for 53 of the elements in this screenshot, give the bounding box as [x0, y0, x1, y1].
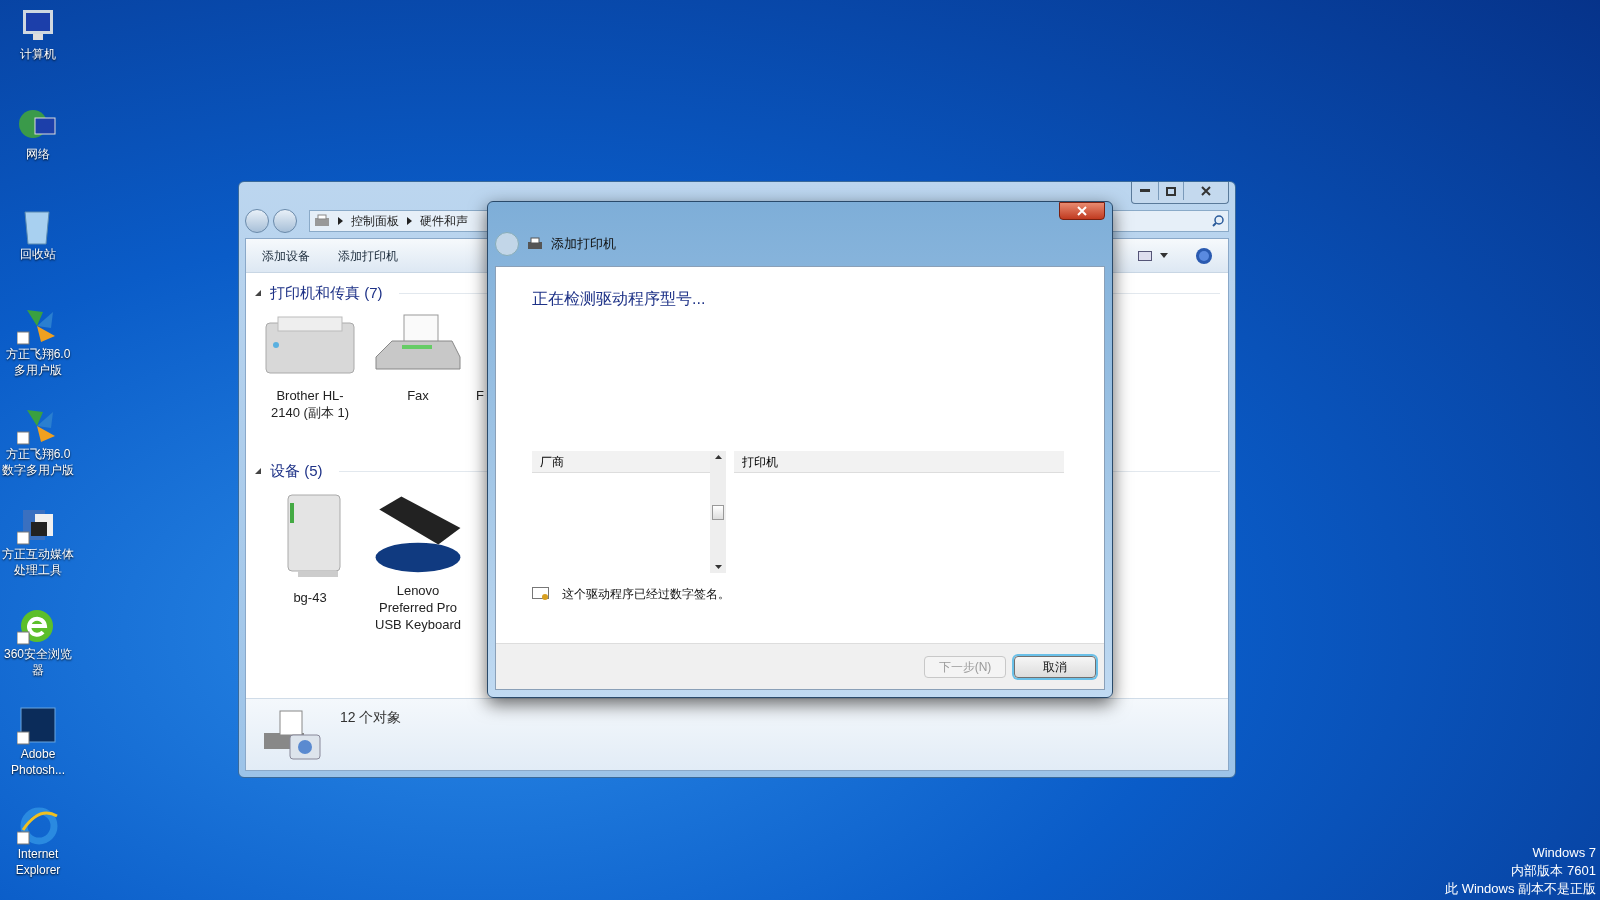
chevron-right-icon	[338, 217, 343, 225]
os-notice-text: 此 Windows 副本不是正版	[1445, 880, 1596, 898]
device-label[interactable]: Fax	[372, 387, 464, 404]
maximize-button[interactable]	[1158, 182, 1184, 200]
group-heading[interactable]: 设备 (5)	[270, 459, 323, 483]
desktop-icon-label[interactable]: 方正互动媒体处理工具	[1, 546, 75, 578]
os-notice-text: Windows 7	[1532, 844, 1596, 862]
dialog-heading: 正在检测驱动程序型号...	[532, 289, 707, 309]
close-button[interactable]	[1059, 202, 1105, 220]
close-icon	[1077, 206, 1087, 216]
dialog-title: 添加打印机	[551, 235, 616, 254]
certificate-icon	[532, 587, 550, 601]
status-text: 12 个对象	[340, 708, 402, 727]
device-label[interactable]: Brother HL-2140 (副本 1)	[264, 387, 356, 421]
os-notice-text: 内部版本 7601	[1511, 862, 1596, 880]
minimize-icon	[1140, 189, 1150, 193]
desktop-icon-label[interactable]: 360安全浏览器	[1, 646, 75, 678]
column-header[interactable]: 厂商	[532, 451, 710, 473]
collapse-arrow-icon[interactable]	[254, 467, 262, 475]
toolbar-button[interactable]: 添加设备	[262, 246, 310, 265]
desktop-icon-label[interactable]: 方正飞翔6.0数字多用户版	[1, 446, 75, 478]
view-icon[interactable]	[1138, 250, 1152, 261]
signature-note: 这个驱动程序已经过数字签名。	[562, 586, 730, 603]
chevron-right-icon	[407, 217, 412, 225]
desktop-icon-label[interactable]: 计算机	[1, 46, 75, 62]
collapse-arrow-icon[interactable]	[254, 289, 262, 297]
dialog-button[interactable]: 取消	[1014, 655, 1096, 678]
desktop-icon-label[interactable]: Adobe Photosh...	[1, 746, 75, 778]
dropdown-arrow-icon[interactable]	[1160, 253, 1168, 258]
forward-button[interactable]	[273, 209, 297, 233]
scrollbar[interactable]	[710, 451, 726, 573]
back-button[interactable]	[245, 209, 269, 233]
scroll-thumb[interactable]	[712, 504, 724, 520]
scroll-down-icon[interactable]	[714, 565, 722, 569]
printer-icon	[527, 237, 543, 251]
column-header[interactable]: 打印机	[734, 451, 1064, 473]
group-heading[interactable]: 打印机和传真 (7)	[270, 281, 383, 305]
desktop-icon-label[interactable]: 网络	[1, 146, 75, 162]
toolbar-button[interactable]: 添加打印机	[338, 246, 398, 265]
breadcrumb-item[interactable]: 控制面板	[351, 212, 399, 230]
close-icon	[1201, 186, 1211, 196]
search-icon	[1212, 215, 1224, 227]
printer-camera-icon	[262, 707, 324, 763]
maximize-icon	[1166, 186, 1176, 196]
desktop-icon-label[interactable]: Internet Explorer	[1, 846, 75, 878]
breadcrumb-item[interactable]: 硬件和声	[420, 212, 468, 230]
device-label[interactable]: Lenovo Preferred Pro USB Keyboard	[372, 582, 464, 633]
desktop-icon-label[interactable]: 方正飞翔6.0多用户版	[1, 346, 75, 378]
scroll-up-icon[interactable]	[714, 455, 722, 459]
printer-icon	[314, 214, 330, 228]
desktop-icon-label[interactable]: 回收站	[1, 246, 75, 262]
device-label[interactable]: bg-43	[264, 589, 356, 606]
help-icon[interactable]	[1196, 247, 1212, 264]
